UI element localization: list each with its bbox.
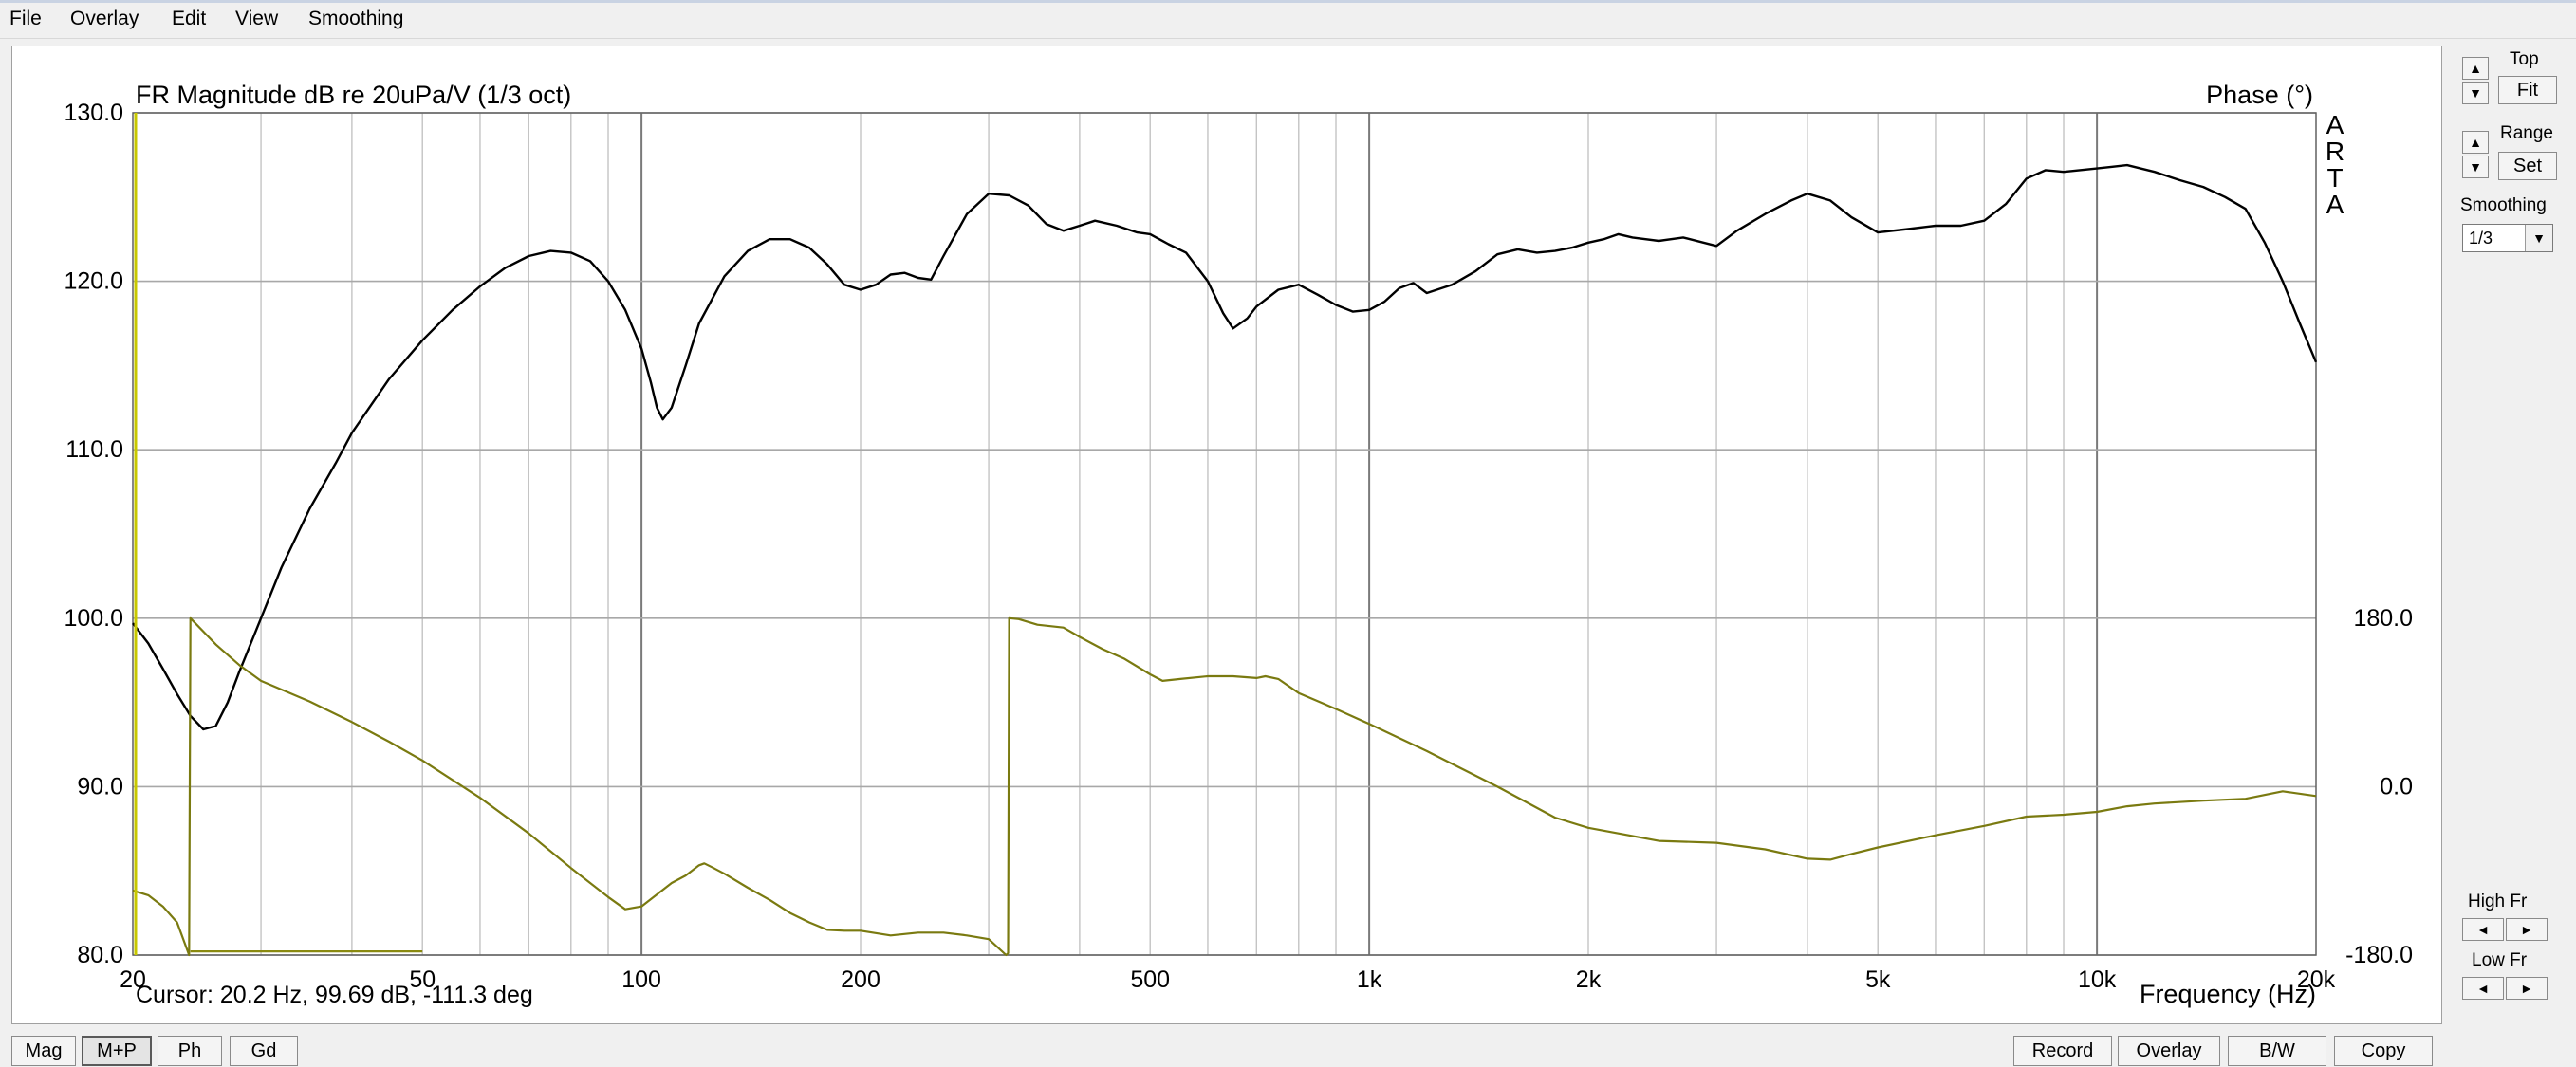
menu-smoothing[interactable]: Smoothing <box>308 8 403 30</box>
smoothing-label: Smoothing <box>2460 195 2547 215</box>
y-tick-label: 130.0 <box>64 100 123 126</box>
mag-button[interactable]: Mag <box>11 1036 76 1066</box>
x-tick-label: 2k <box>1576 966 1602 993</box>
x-tick-label: 500 <box>1130 966 1170 993</box>
x-tick-label: 1k <box>1357 966 1382 993</box>
y-tick-label: 110.0 <box>65 436 123 463</box>
y-tick-label: 90.0 <box>77 773 123 800</box>
plot-border <box>132 112 2317 956</box>
high-fr-left-button[interactable]: ◄ <box>2462 918 2504 941</box>
menu-edit[interactable]: Edit <box>172 8 206 30</box>
smoothing-value: 1/3 <box>2469 229 2493 248</box>
top-label: Top <box>2510 49 2539 69</box>
y-tick-label: 80.0 <box>77 942 123 968</box>
record-button[interactable]: Record <box>2013 1036 2112 1066</box>
range-label: Range <box>2500 123 2553 143</box>
low-fr-right-button[interactable]: ► <box>2506 977 2548 1000</box>
series-line-magnitude <box>132 163 2318 731</box>
chart-title: FR Magnitude dB re 20uPa/V (1/3 oct) <box>136 81 571 109</box>
bw-button[interactable]: B/W <box>2228 1036 2326 1066</box>
high-fr-right-button[interactable]: ► <box>2506 918 2548 941</box>
set-button[interactable]: Set <box>2498 152 2557 180</box>
y2-tick-label: -180.0 <box>2345 942 2413 968</box>
brand-letter: R <box>2326 137 2344 166</box>
chevron-down-icon[interactable]: ▼ <box>2525 225 2552 251</box>
mp-button[interactable]: M+P <box>82 1036 152 1066</box>
cursor-readout: Cursor: 20.2 Hz, 99.69 dB, -111.3 deg <box>136 982 533 1008</box>
range-down-button[interactable]: ▼ <box>2462 156 2489 178</box>
low-fr-left-button[interactable]: ◄ <box>2462 977 2504 1000</box>
window-top-edge <box>0 0 2576 3</box>
brand-letter: T <box>2326 163 2343 193</box>
top-down-button[interactable]: ▼ <box>2462 82 2489 104</box>
brand-letter: A <box>2326 110 2344 139</box>
y2-tick-label: 0.0 <box>2380 773 2413 800</box>
menu-file[interactable]: File <box>9 8 42 30</box>
gd-button[interactable]: Gd <box>230 1036 298 1066</box>
chart-frame[interactable]: 130.0 120.0 110.0 100.0 90.0 80.0 180.0 0.0 -180… <box>11 46 2442 1024</box>
menu-view[interactable]: View <box>235 8 278 30</box>
side-panel: ▲ ▼ Top Fit ▲ ▼ Range Set Smoothing 1/3 … <box>2443 38 2576 1034</box>
smoothing-select[interactable]: 1/3 ▼ <box>2462 224 2553 252</box>
frequency-response-chart[interactable]: 130.0 120.0 110.0 100.0 90.0 80.0 180.0 0.0 -180… <box>12 46 2441 1023</box>
y-tick-label: 120.0 <box>64 268 123 295</box>
y2-tick-label: 180.0 <box>2353 605 2413 632</box>
high-fr-label: High Fr <box>2468 892 2528 911</box>
x-tick-label: 100 <box>621 966 661 993</box>
y-tick-label: 100.0 <box>64 605 123 632</box>
x-tick-label: 10k <box>2078 966 2117 993</box>
x-tick-label: 200 <box>841 966 880 993</box>
top-up-button[interactable]: ▲ <box>2462 57 2489 80</box>
brand-letter: A <box>2326 190 2344 219</box>
x-tick-label: 5k <box>1865 966 1891 993</box>
menu-overlay[interactable]: Overlay <box>70 8 139 30</box>
menu-bar: File Overlay Edit View Smoothing <box>0 0 2576 39</box>
ph-button[interactable]: Ph <box>158 1036 222 1066</box>
copy-button[interactable]: Copy <box>2334 1036 2433 1066</box>
range-up-button[interactable]: ▲ <box>2462 131 2489 154</box>
fit-button[interactable]: Fit <box>2498 76 2557 104</box>
low-fr-label: Low Fr <box>2472 950 2528 970</box>
x-axis-title: Frequency (Hz) <box>2140 980 2316 1008</box>
bottom-toolbar: Mag M+P Ph Gd Record Overlay B/W Copy <box>0 1029 2576 1067</box>
phase-axis-title: Phase (°) <box>2206 81 2313 109</box>
overlay-button[interactable]: Overlay <box>2118 1036 2220 1066</box>
